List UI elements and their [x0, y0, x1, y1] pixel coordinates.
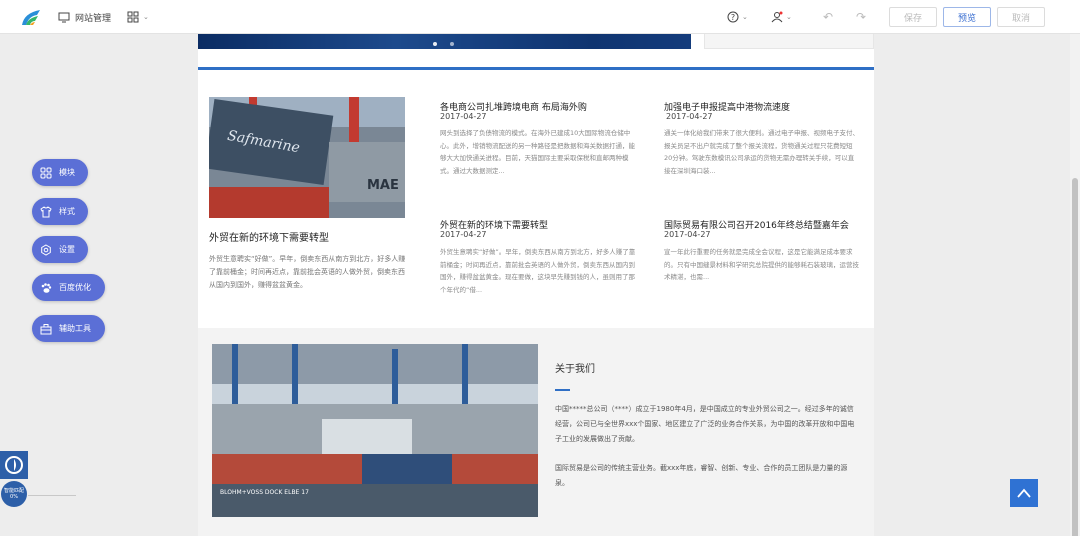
- preview-button[interactable]: 预览: [943, 7, 991, 27]
- featured-news-summary: 外贸生意聘实“好做”。早年，倒卖东西从南方到北方，好多人赚了靠前桶金；时间再近点…: [209, 255, 406, 289]
- tool-label: 百度优化: [59, 283, 91, 292]
- grid-icon: [40, 167, 52, 178]
- news-summary: 网头到选择了负债物流的模式。在海外已建成10大国际物流仓储中心。此外，增销物流配…: [440, 129, 635, 175]
- undo-button[interactable]: ↶: [823, 0, 833, 34]
- undo-icon: ↶: [823, 10, 834, 24]
- about-section: BLOHM+VOSS DOCK ELBE 17 关于我们 中国*****总公司（…: [198, 328, 874, 536]
- featured-news-title[interactable]: 外贸在新的环境下需要转型: [209, 229, 329, 244]
- section-divider: [198, 67, 874, 70]
- tool-baidu-seo-button[interactable]: 百度优化: [32, 274, 105, 301]
- app-logo[interactable]: [20, 7, 42, 27]
- chevron-down-icon: ⌄: [143, 13, 149, 21]
- back-to-top-button[interactable]: [1010, 479, 1038, 507]
- smart-icon: [5, 456, 23, 474]
- tool-label: 样式: [59, 207, 75, 216]
- apps-menu[interactable]: ⌄: [127, 0, 149, 34]
- site-manage-label: 网站管理: [75, 13, 112, 24]
- paw-icon: [41, 282, 52, 293]
- about-image: BLOHM+VOSS DOCK ELBE 17: [212, 344, 538, 517]
- monitor-icon: [58, 12, 70, 23]
- tool-modules-button[interactable]: 模块: [32, 159, 88, 186]
- tool-label: 辅助工具: [59, 324, 91, 333]
- tool-style-button[interactable]: 样式: [32, 198, 88, 225]
- match-progress-badge[interactable]: 智能匹配 0%: [1, 481, 27, 507]
- progress-line: [28, 495, 76, 496]
- help-menu[interactable]: ? ⌄: [727, 0, 748, 34]
- match-percent: 0%: [10, 494, 18, 500]
- editor-canvas: Safmarine MAE 外贸在新的环境下需要转型 外贸生意聘实“好做”。早年…: [0, 34, 1070, 536]
- chevron-down-icon: ⌄: [786, 13, 792, 21]
- news-summary: 外贸生意聘实“好做”。早年，倒卖东西从南方到北方，好多人赚了靠前桶金；时间再近点…: [440, 248, 636, 294]
- floating-panel[interactable]: [0, 451, 28, 479]
- svg-text:?: ?: [731, 13, 735, 22]
- banner-side-panel: [704, 34, 874, 49]
- news-date: 2017-04-27: [440, 112, 487, 121]
- news-summary: 通关一体化给我们带来了很大便利。通过电子申报、视频电子支付、报关员足不出户就完成…: [664, 129, 859, 175]
- svg-text:BLOHM+VOSS DOCK ELBE 17: BLOHM+VOSS DOCK ELBE 17: [220, 489, 309, 496]
- redo-button[interactable]: ↷: [856, 0, 866, 34]
- about-title: 关于我们: [555, 364, 595, 375]
- site-page: Safmarine MAE 外贸在新的环境下需要转型 外贸生意聘实“好做”。早年…: [198, 34, 874, 536]
- cancel-button[interactable]: 取消: [997, 7, 1045, 27]
- tool-label: 设置: [59, 245, 75, 254]
- toolbox-icon: [40, 323, 52, 334]
- about-paragraph: 国际贸易是公司的传统主营业务。截xxx年底，睿智、创新、专业、合作的员工团队是力…: [555, 464, 848, 487]
- gear-icon: [41, 243, 51, 256]
- about-title-underline: [555, 389, 570, 391]
- save-button[interactable]: 保存: [889, 7, 937, 27]
- news-date: 2017-04-27: [666, 112, 713, 121]
- chevron-up-icon: [1017, 488, 1031, 498]
- featured-news-image[interactable]: Safmarine MAE: [209, 97, 405, 218]
- tool-settings-button[interactable]: 设置: [32, 236, 88, 263]
- help-icon: ?: [727, 11, 739, 23]
- user-menu[interactable]: ⌄: [771, 0, 792, 34]
- vertical-scrollbar[interactable]: [1070, 34, 1080, 536]
- about-paragraph: 中国*****总公司（****）成立于1980年4月，是中国成立的专业外贸公司之…: [555, 405, 855, 443]
- tool-label: 模块: [59, 168, 75, 177]
- redo-icon: ↷: [856, 10, 867, 24]
- shirt-icon: [40, 205, 52, 217]
- site-manage-menu[interactable]: 网站管理: [58, 0, 111, 34]
- apps-grid-icon: [127, 11, 139, 23]
- user-icon: [771, 11, 783, 23]
- tool-assist-button[interactable]: 辅助工具: [32, 315, 105, 342]
- chevron-down-icon: ⌄: [742, 13, 748, 21]
- carousel-dot[interactable]: [450, 42, 454, 46]
- svg-text:MAE: MAE: [367, 178, 399, 193]
- news-summary: 宣一年此行重要的任务就是完成全会议程，这是它能满足成本要求的。只有中国缝景材料和…: [664, 248, 859, 281]
- top-toolbar: 网站管理 ⌄ ? ⌄ ⌄ ↶ ↷ 保存 预览 取消: [0, 0, 1080, 34]
- news-date: 2017-04-27: [440, 230, 487, 239]
- banner-image: [198, 34, 691, 49]
- scrollbar-thumb[interactable]: [1072, 178, 1078, 536]
- carousel-dot[interactable]: [433, 42, 437, 46]
- news-date: 2017-04-27: [664, 230, 711, 239]
